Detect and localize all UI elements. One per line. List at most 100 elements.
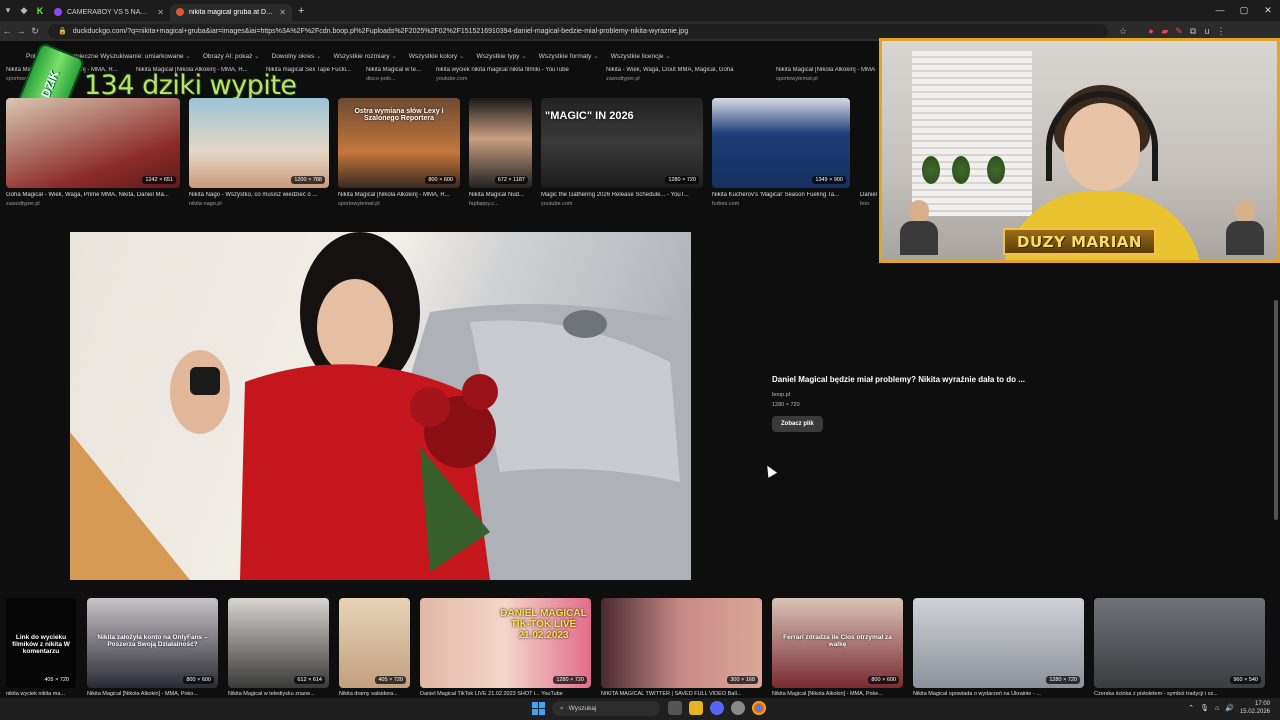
start-icon[interactable] — [532, 702, 545, 715]
filter-license[interactable]: Wszystkie licencje — [611, 52, 671, 60]
new-tab-icon[interactable]: + — [298, 5, 304, 17]
tab-duckduckgo[interactable]: nikita magical gruba at DuckD... ✕ — [170, 3, 292, 21]
extension-icon[interactable]: ✎ — [1172, 26, 1186, 37]
image-caption[interactable]: Nikita Magical Nud... fapfappy.c... — [469, 192, 534, 207]
taskbar-search-label: Wyszukaj — [568, 705, 597, 712]
image-caption[interactable]: Daniel boo — [860, 192, 880, 207]
image-result[interactable]: 1349 × 900 — [712, 98, 850, 188]
reload-icon[interactable]: ↻ — [28, 26, 42, 37]
extensions-puzzle-icon[interactable]: ⧉ — [1186, 26, 1200, 37]
detail-source[interactable]: boop.pl — [772, 392, 1102, 398]
image-result[interactable]: "MAGIC" IN 2026 1280 × 720 — [541, 98, 703, 188]
plant — [952, 156, 970, 184]
extension-icon[interactable]: ● — [1144, 26, 1158, 36]
image-caption[interactable]: Magic the Gathering 2026 Release Schedul… — [541, 192, 705, 207]
filter-color[interactable]: Wszystkie kolory — [409, 52, 465, 60]
selected-image-preview[interactable] — [70, 232, 691, 580]
menu-icon[interactable]: ⋮ — [1214, 26, 1228, 37]
profile-icon[interactable]: u — [1200, 26, 1214, 36]
filter-layout[interactable]: Wszystkie formaty — [539, 52, 599, 60]
tray-expand-icon[interactable]: ⌃ — [1188, 704, 1194, 712]
detail-dimensions: 1280 × 720 — [772, 402, 800, 408]
discord-icon[interactable] — [710, 701, 724, 715]
extension-icon[interactable]: ▰ — [1158, 26, 1172, 37]
microphone-icon[interactable]: 🎙 — [1200, 704, 1209, 712]
result-caption[interactable]: Nikita - Wiek, Waga, Clout MMA, Magical,… — [606, 67, 766, 82]
result-caption[interactable]: nikita wyciek nikita magical nikita film… — [436, 67, 596, 82]
image-dimensions: 672 × 1187 — [494, 176, 528, 184]
image-caption[interactable]: Goha Magical - Wiek, Waga, Prime MMA, Ni… — [6, 192, 180, 207]
close-tab-icon[interactable]: ✕ — [157, 8, 164, 17]
maximize-icon[interactable]: ▢ — [1232, 0, 1256, 21]
task-view-icon[interactable] — [668, 701, 682, 715]
image-result[interactable]: Ferrari zdradza ile Cios otrzymał za wal… — [772, 598, 903, 688]
image-result[interactable]: 960 × 540 — [1094, 598, 1265, 688]
image-result[interactable]: Link do wycieku filmików z nikita W kome… — [6, 598, 76, 688]
window-controls: — ▢ ✕ — [1208, 0, 1280, 21]
page-scrollbar[interactable] — [1274, 300, 1278, 520]
image-result[interactable]: 1242 × 651 — [6, 98, 180, 188]
image-caption[interactable]: Czerska ścinka z pistoletem - symbol tra… — [1094, 691, 1267, 697]
workspaces-icon[interactable]: ◆ — [16, 3, 32, 19]
clock[interactable]: 17:00 15.02.2026 — [1240, 700, 1270, 716]
image-caption[interactable]: Nikita Magical [Nikola Alkokin] - MMA, R… — [338, 192, 462, 207]
filter-safesearch[interactable]: Bezpieczne Wyszukiwanie: umiarkowane — [65, 52, 191, 60]
image-caption[interactable]: Nikita Magical [Nikola Alkokin] - MMA, P… — [772, 691, 905, 697]
filter-type[interactable]: Wszystkie typy — [476, 52, 526, 60]
image-caption[interactable]: Nikita Magical w telediysku znane... — [228, 691, 331, 697]
forward-icon[interactable]: → — [14, 26, 28, 36]
filter-size[interactable]: Wszystkie rozmiary — [334, 52, 397, 60]
image-result[interactable]: 405 × 720 — [339, 598, 410, 688]
image-caption[interactable]: Nikita Nago - Wszystko, co musisz wiedzi… — [189, 192, 331, 207]
back-icon[interactable]: ← — [0, 26, 14, 36]
file-explorer-icon[interactable] — [689, 701, 703, 715]
close-tab-icon[interactable]: ✕ — [279, 8, 286, 17]
image-result[interactable]: DANIEL MAGICAL TIK-TOK LIVE 21.02.2023 1… — [420, 598, 591, 688]
image-caption[interactable]: NIKITA MAGICAL TWITTER | SAVED FULL VIDE… — [601, 691, 764, 697]
minimize-icon[interactable]: — — [1208, 0, 1232, 21]
tab-twitch[interactable]: CAMERABOY VS 5 NAGICH KO... ✕ — [48, 4, 170, 21]
browser-tab-bar: ▾ ◆ K CAMERABOY VS 5 NAGICH KO... ✕ niki… — [0, 0, 1280, 21]
bookmark-star-icon[interactable]: ☆ — [1116, 26, 1130, 37]
search-filters: Polska Bezpieczne Wyszukiwanie: umiarkow… — [0, 49, 880, 62]
image-result[interactable]: 1280 × 720 — [913, 598, 1084, 688]
kick-icon[interactable]: K — [32, 3, 48, 19]
filter-ai-images[interactable]: Obrazy AI: pokaż — [203, 52, 260, 60]
image-dimensions: 960 × 540 — [1230, 676, 1261, 684]
image-caption[interactable]: Nikita Magical opowiada o wydarzeń na Uk… — [913, 691, 1086, 697]
network-icon[interactable]: ⌂ — [1215, 705, 1219, 712]
plant — [922, 156, 940, 184]
view-file-button[interactable]: Zobacz plik — [772, 416, 823, 432]
image-caption[interactable]: Nikita Kucherov's 'Magical' Season Fueli… — [712, 192, 852, 207]
image-result[interactable]: Nikita założyła konto na OnlyFans – Posz… — [87, 598, 218, 688]
tab-title: nikita magical gruba at DuckD... — [189, 8, 274, 16]
caption-title: Magic the Gathering 2026 Release Schedul… — [541, 192, 689, 198]
volume-icon[interactable]: 🔊 — [1225, 704, 1234, 712]
settings-icon[interactable] — [731, 701, 745, 715]
caption-source: sportowytemat.pl — [338, 201, 380, 207]
caption-source: zawodtyper.pl — [6, 201, 40, 207]
url-input[interactable]: 🔒 duckduckgo.com/?q=nikita+magical+gruba… — [48, 23, 1108, 39]
filter-time[interactable]: Dowolny okres — [272, 52, 322, 60]
image-dimensions: 1242 × 651 — [142, 176, 176, 184]
image-caption[interactable]: Nikita dramy salsidora... — [339, 691, 412, 697]
close-window-icon[interactable]: ✕ — [1256, 0, 1280, 21]
tab-actions-icon[interactable]: ▾ — [0, 3, 16, 19]
image-result[interactable]: 672 × 1187 — [469, 98, 532, 188]
image-dimensions: 1349 × 900 — [812, 176, 846, 184]
image-caption[interactable]: Nikita Magical [Nikola Alkokin] - MMA, P… — [87, 691, 220, 697]
image-result[interactable]: 1200 × 788 — [189, 98, 329, 188]
chrome-icon[interactable] — [752, 701, 766, 715]
image-result[interactable]: Ostra wymiana słów Lexy i Szalonego Repo… — [338, 98, 460, 188]
image-caption[interactable]: nikita wyciek nikita ma... — [6, 691, 78, 697]
image-caption[interactable]: Daniel Magical TikTok LIVE 21.02.2023 SH… — [420, 691, 593, 697]
taskbar-search[interactable]: ⌕ Wyszukaj — [552, 701, 660, 716]
image-result[interactable]: 300 × 168 — [601, 598, 762, 688]
result-caption[interactable]: Nikita Magical [Nikola Alkokin] - MMA sp… — [776, 67, 880, 82]
result-caption[interactable]: Nikita Magical w te... disco-polo... — [366, 67, 430, 82]
caption-source: boo — [860, 201, 870, 207]
taskbar-apps — [668, 701, 766, 715]
clock-time: 17:00 — [1254, 701, 1270, 707]
image-result[interactable]: 612 × 614 — [228, 598, 329, 688]
detail-title[interactable]: Daniel Magical będzie miał problemy? Nik… — [772, 375, 1102, 384]
